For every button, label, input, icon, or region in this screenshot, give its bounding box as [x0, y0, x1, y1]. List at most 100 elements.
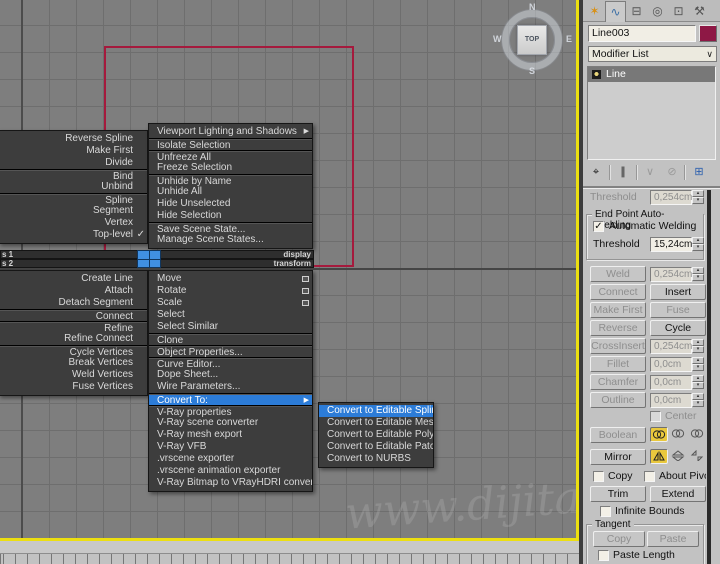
menu-item[interactable]: Cycle Vertices: [0, 345, 147, 357]
menu-item[interactable]: Move: [149, 273, 312, 285]
menu-item[interactable]: Spline: [0, 193, 147, 205]
boolean-button[interactable]: Boolean: [590, 427, 646, 443]
fillet-field[interactable]: 0,0cm: [650, 357, 692, 372]
pin-stack-button[interactable]: ⌖: [586, 163, 606, 182]
chamfer-spinner[interactable]: ▴ ▾: [692, 375, 704, 390]
menu-item[interactable]: V-Ray properties: [149, 405, 312, 417]
menu-item[interactable]: Unfreeze All: [149, 150, 312, 162]
menu-item[interactable]: .vrscene animation exporter: [149, 465, 312, 477]
menu-item[interactable]: Reverse Spline: [0, 133, 147, 145]
menu-item[interactable]: Isolate Selection: [149, 138, 312, 150]
mirror-button[interactable]: Mirror: [590, 449, 646, 465]
menu-item[interactable]: Connect: [0, 309, 147, 321]
modify-tab-icon[interactable]: ∿: [605, 1, 626, 22]
menu-item[interactable]: Dope Sheet...: [149, 369, 312, 381]
make-first-button[interactable]: Make First: [590, 302, 646, 318]
menu-item[interactable]: Bind: [0, 169, 147, 181]
automatic-welding-checkbox[interactable]: ✓: [593, 221, 604, 232]
outline-field[interactable]: 0,0cm: [650, 393, 692, 408]
center-checkbox[interactable]: [650, 411, 661, 422]
menu-item[interactable]: Unhide All: [149, 186, 312, 198]
cross-insert-field[interactable]: 0,254cm: [650, 339, 692, 354]
reverse-button[interactable]: Reverse: [590, 320, 646, 336]
stack-item-line[interactable]: Line: [588, 67, 715, 82]
fillet-button[interactable]: Fillet: [590, 356, 646, 372]
weld-threshold-field[interactable]: 0,254cm: [650, 267, 692, 282]
connect-button[interactable]: Connect: [590, 284, 646, 300]
chamfer-field[interactable]: 0,0cm: [650, 375, 692, 390]
menu-item[interactable]: Attach: [0, 285, 147, 297]
remove-modifier-button[interactable]: ⊘: [662, 163, 682, 182]
extend-button[interactable]: Extend: [650, 486, 706, 502]
menu-item[interactable]: Weld Vertices: [0, 369, 147, 381]
modifier-stack[interactable]: Line: [587, 66, 716, 160]
menu-item[interactable]: Divide: [0, 157, 147, 169]
menu-item[interactable]: Viewport Lighting and Shadows ▶: [149, 126, 312, 138]
menu-item[interactable]: Scale: [149, 297, 312, 309]
boolean-subtract-icon[interactable]: [669, 427, 687, 442]
menu-item[interactable]: Convert to Editable Patch: [319, 441, 433, 453]
outline-button[interactable]: Outline: [590, 392, 646, 408]
about-pivot-checkbox[interactable]: [644, 471, 655, 482]
menu-item[interactable]: .vrscene exporter: [149, 453, 312, 465]
cross-insert-spinner[interactable]: ▴ ▾: [692, 339, 704, 354]
menu-item[interactable]: Break Vertices: [0, 357, 147, 369]
menu-item[interactable]: Segment: [0, 205, 147, 217]
tangent-paste-button[interactable]: Paste: [647, 531, 699, 547]
menu-item[interactable]: Convert To: ▶: [149, 393, 312, 405]
mirror-both-icon[interactable]: [688, 449, 706, 464]
menu-item[interactable]: Select: [149, 309, 312, 321]
menu-item[interactable]: Refine Connect: [0, 333, 147, 345]
viewcube[interactable]: N S W E TOP: [493, 2, 572, 78]
threshold-spinner[interactable]: ▴ ▾: [692, 237, 704, 252]
weld-button[interactable]: Weld: [590, 266, 646, 282]
hierarchy-tab-icon[interactable]: ⊟: [626, 1, 647, 22]
configure-modifier-sets-button[interactable]: ⊞: [689, 163, 709, 182]
menu-item[interactable]: Select Similar: [149, 321, 312, 333]
show-end-result-button[interactable]: ∥: [613, 163, 633, 182]
cycle-button[interactable]: Cycle: [650, 320, 706, 336]
make-unique-button[interactable]: ∨: [640, 163, 660, 182]
menu-item[interactable]: Clone: [149, 333, 312, 345]
menu-item[interactable]: Save Scene State...: [149, 222, 312, 234]
settings-box-icon[interactable]: [302, 300, 309, 306]
menu-item[interactable]: Make First: [0, 145, 147, 157]
menu-item[interactable]: Fuse Vertices: [0, 381, 147, 393]
menu-item[interactable]: Unbind: [0, 181, 147, 193]
menu-item[interactable]: Freeze Selection: [149, 162, 312, 174]
cross-insert-button[interactable]: CrossInsert: [590, 338, 646, 354]
fillet-spinner[interactable]: ▴ ▾: [692, 357, 704, 372]
weld-spinner[interactable]: ▴ ▾: [692, 267, 704, 282]
modifier-list-dropdown[interactable]: Modifier List ∨: [588, 46, 717, 62]
menu-item[interactable]: V-Ray scene converter: [149, 417, 312, 429]
menu-item[interactable]: Rotate: [149, 285, 312, 297]
quad-center-indicator[interactable]: [137, 250, 161, 268]
menu-item[interactable]: Wire Parameters...: [149, 381, 312, 393]
menu-item[interactable]: Convert to Editable Mesh: [319, 417, 433, 429]
track-bar[interactable]: [0, 553, 579, 564]
menu-item[interactable]: Top-level ✓: [0, 229, 147, 241]
insert-button[interactable]: Insert: [650, 284, 706, 300]
copy-checkbox[interactable]: [593, 471, 604, 482]
tangent-copy-button[interactable]: Copy: [593, 531, 645, 547]
menu-item[interactable]: Convert to Editable Poly: [319, 429, 433, 441]
menu-item[interactable]: Vertex: [0, 217, 147, 229]
menu-item[interactable]: Convert to NURBS: [319, 453, 433, 465]
menu-item[interactable]: Manage Scene States...: [149, 234, 312, 246]
menu-item[interactable]: Detach Segment: [0, 297, 147, 309]
paste-length-checkbox[interactable]: [598, 550, 609, 561]
menu-item[interactable]: Create Line: [0, 273, 147, 285]
threshold-field[interactable]: 15,24cm: [650, 237, 692, 252]
utilities-tab-icon[interactable]: ⚒: [689, 1, 710, 22]
menu-item[interactable]: V-Ray VFB: [149, 441, 312, 453]
menu-item[interactable]: Hide Unselected: [149, 198, 312, 210]
infinite-bounds-checkbox[interactable]: [600, 506, 611, 517]
menu-item[interactable]: V-Ray Bitmap to VRayHDRI converter: [149, 477, 312, 489]
threshold-field[interactable]: 0,254cm: [650, 190, 692, 205]
menu-item[interactable]: Curve Editor...: [149, 357, 312, 369]
outline-spinner[interactable]: ▴ ▾: [692, 393, 704, 408]
menu-item[interactable]: Hide Selection: [149, 210, 312, 222]
boolean-intersect-icon[interactable]: [688, 427, 706, 442]
object-name-input[interactable]: Line003: [588, 25, 696, 42]
threshold-spinner[interactable]: ▴ ▾: [692, 190, 704, 205]
